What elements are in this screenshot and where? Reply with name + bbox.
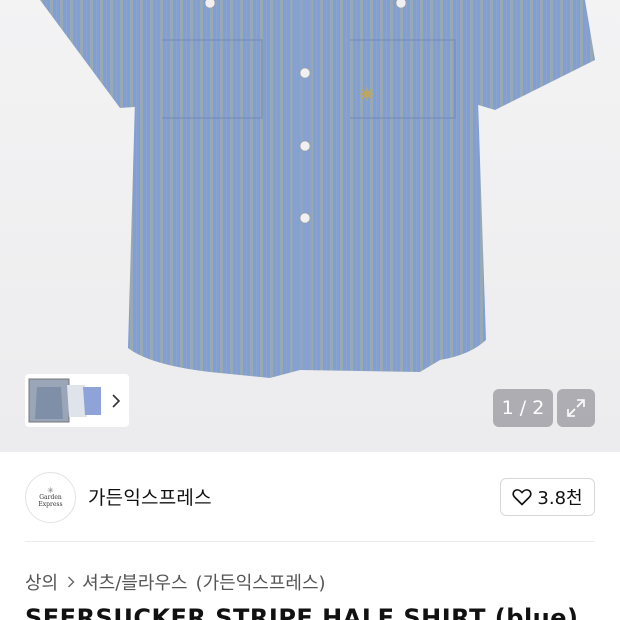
product-title: SEERSUCKER STRIPE HALF SHIRT (blue) [25,604,579,620]
product-image[interactable]: 1 / 2 [0,0,620,452]
divider [25,541,595,542]
brand-logo[interactable]: ✳ Garden Express [25,472,76,523]
brand-row: ✳ Garden Express 가든익스프레스 3.8천 [0,452,620,542]
like-button[interactable]: 3.8천 [500,478,595,516]
breadcrumb-subcategory[interactable]: 셔츠/블라우스 [82,569,187,595]
thumbnail-image[interactable] [27,377,105,424]
brand-name[interactable]: 가든익스프레스 [88,483,212,510]
expand-icon [567,399,585,417]
breadcrumb-brand[interactable]: (가든익스프레스) [196,569,326,595]
chevron-right-icon [67,576,75,588]
expand-button[interactable] [557,389,595,427]
image-counter: 1 / 2 [493,389,553,427]
breadcrumb: 상의 셔츠/블라우스 (가든익스프레스) [25,569,326,595]
like-count: 3.8천 [537,488,583,509]
chevron-right-icon[interactable] [105,377,127,424]
heart-icon [512,489,532,506]
breadcrumb-category[interactable]: 상의 [25,569,58,595]
thumbnail-strip[interactable] [25,374,129,427]
